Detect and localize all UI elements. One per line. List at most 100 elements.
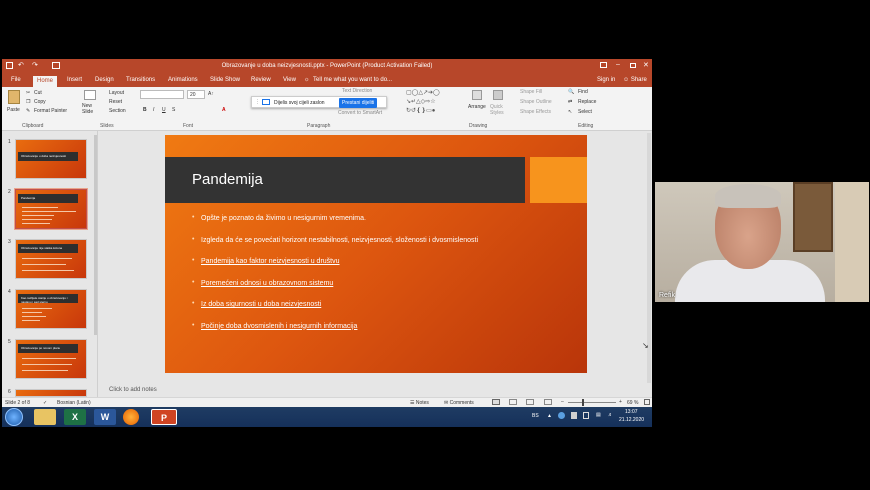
new-slide-button[interactable]: New Slide (82, 103, 98, 115)
background-curtain (835, 182, 869, 302)
slide-title[interactable]: Pandemija (192, 171, 263, 188)
slide-thumbnail-5[interactable]: Obrazovanje po novom planu (15, 339, 87, 379)
language-bar[interactable]: BS (532, 413, 539, 419)
participant-name: Refik (659, 292, 675, 299)
tab-file[interactable]: File (11, 77, 21, 83)
shape-outline-button[interactable]: Shape Outline (520, 99, 552, 105)
share-label: Share (630, 77, 647, 83)
cut-button[interactable]: Cut (34, 90, 42, 96)
convert-smartart-button[interactable]: Convert to SmartArt (338, 110, 382, 116)
slide-thumbnail-4[interactable]: Kao razlijele starije u obrazovanju i na… (15, 289, 87, 329)
zoom-slider[interactable] (568, 402, 616, 403)
share-button[interactable]: ☺ Share (623, 77, 647, 83)
slide-sorter-icon[interactable] (509, 399, 517, 405)
thumb-title: Obrazovanje po novom planu (21, 346, 61, 350)
reading-view-icon[interactable] (526, 399, 534, 405)
word-icon[interactable]: W (94, 409, 116, 425)
slide-thumbnail-1[interactable]: Obrazovanje u doba neizvjesnosti (15, 139, 87, 179)
spell-check-icon[interactable]: ✓ (43, 400, 47, 406)
tab-insert[interactable]: Insert (67, 77, 82, 83)
share-grip-icon[interactable]: ⋮ (255, 99, 260, 105)
tab-slide-show[interactable]: Slide Show (210, 77, 240, 83)
tab-design[interactable]: Design (95, 77, 114, 83)
find-button[interactable]: Find (578, 89, 588, 95)
file-explorer-icon[interactable] (34, 409, 56, 425)
paste-button[interactable]: Paste (7, 107, 20, 113)
thumb-line (22, 215, 54, 216)
fit-slide-icon[interactable] (644, 399, 650, 405)
reset-button[interactable]: Reset (109, 99, 122, 105)
clock-time[interactable]: 13:07 (625, 409, 638, 415)
thumb-title: Obrazovanje nije statka kolona (21, 246, 63, 250)
minimize-icon[interactable]: – (616, 61, 620, 68)
tell-me-box[interactable]: Tell me what you want to do... (313, 77, 392, 83)
zoom-out-icon[interactable]: – (561, 399, 564, 405)
comments-button[interactable]: ✉ Comments (444, 400, 474, 406)
replace-button[interactable]: Replace (578, 99, 596, 105)
tray-icon[interactable] (583, 412, 589, 419)
tab-animations[interactable]: Animations (168, 77, 198, 83)
group-slides-label: Slides (100, 123, 114, 129)
font-size-input[interactable]: 20 (187, 90, 205, 99)
notes-button[interactable]: ☰ Notes (410, 400, 429, 406)
quick-styles-button[interactable]: Quick Styles (490, 104, 508, 116)
select-button[interactable]: Select (578, 109, 592, 115)
firefox-icon[interactable] (123, 409, 139, 425)
slideshow-view-icon[interactable] (544, 399, 552, 405)
new-slide-icon[interactable] (84, 90, 96, 100)
shadow-button[interactable]: S (172, 107, 175, 113)
zoom-level[interactable]: 69 % (627, 400, 638, 406)
language-indicator[interactable]: Bosnian (Latin) (57, 400, 91, 406)
volume-icon[interactable]: ♬ (608, 412, 613, 418)
title-bar: ↶ ↷ Obrazovanje u doba neizvjesnosti.ppt… (2, 59, 652, 75)
grow-font-icon[interactable]: A↑ (208, 91, 214, 97)
arrange-button[interactable]: Arrange (468, 104, 486, 110)
italic-button[interactable]: I (153, 107, 154, 113)
text-direction-button[interactable]: Text Direction (342, 88, 372, 94)
ribbon-display-icon[interactable] (600, 62, 607, 68)
thumb-line (22, 258, 72, 259)
tab-review[interactable]: Review (251, 77, 271, 83)
tray-icon[interactable] (571, 412, 577, 419)
show-hidden-icons[interactable]: ▲ (547, 413, 552, 419)
section-button[interactable]: Section (109, 108, 126, 114)
bold-button[interactable]: B (143, 107, 147, 113)
start-button-icon[interactable] (5, 408, 23, 426)
tab-view[interactable]: View (283, 77, 296, 83)
close-icon[interactable]: ✕ (643, 61, 649, 69)
slide-thumbnail-2[interactable]: Pandemija (14, 188, 88, 230)
maximize-icon[interactable] (630, 63, 636, 68)
slide-thumbnail-3[interactable]: Obrazovanje nije statka kolona (15, 239, 87, 279)
notes-placeholder[interactable]: Click to add notes (99, 387, 652, 397)
network-icon[interactable]: ▤ (596, 412, 601, 418)
shapes-gallery[interactable]: ▢◯△↗➔◯ ↘↵△◇⇨☆ ↻↺❴❵▭● (406, 89, 464, 119)
format-painter-button[interactable]: Format Painter (34, 108, 67, 114)
clock-date[interactable]: 21.12.2020 (619, 417, 644, 423)
font-name-input[interactable] (140, 90, 184, 99)
thumbnail-scrollbar[interactable] (94, 135, 97, 335)
paste-icon[interactable] (8, 90, 20, 104)
shape-fill-button[interactable]: Shape Fill (520, 89, 542, 95)
normal-view-icon[interactable] (492, 399, 500, 405)
stop-sharing-button[interactable]: Prestani dijeliti (339, 98, 378, 108)
excel-icon[interactable]: X (64, 409, 86, 425)
thumb-line (22, 312, 42, 313)
shape-effects-button[interactable]: Shape Effects (520, 109, 551, 115)
current-slide[interactable]: Pandemija Opšte je poznato da živimo u n… (165, 135, 587, 373)
zoom-in-icon[interactable]: + (619, 399, 622, 405)
zoom-thumb[interactable] (582, 399, 584, 406)
slide-thumbnail-6[interactable] (15, 389, 87, 397)
app-tray-icon[interactable] (558, 412, 565, 419)
background-picture-frame (793, 182, 833, 252)
tab-home[interactable]: Home (33, 76, 58, 87)
tab-transitions[interactable]: Transitions (126, 77, 155, 83)
sign-in-link[interactable]: Sign in (597, 77, 615, 83)
font-color-icon[interactable]: A (222, 107, 226, 113)
slide-bullet-list[interactable]: Opšte je poznato da živimo u nesigurnim … (192, 214, 478, 344)
arrange-icon[interactable] (472, 90, 482, 100)
underline-button[interactable]: U (162, 107, 166, 113)
layout-button[interactable]: Layout (109, 90, 124, 96)
quick-styles-icon[interactable] (493, 90, 503, 100)
powerpoint-taskbar-icon[interactable]: P (151, 409, 177, 425)
copy-button[interactable]: Copy (34, 99, 46, 105)
